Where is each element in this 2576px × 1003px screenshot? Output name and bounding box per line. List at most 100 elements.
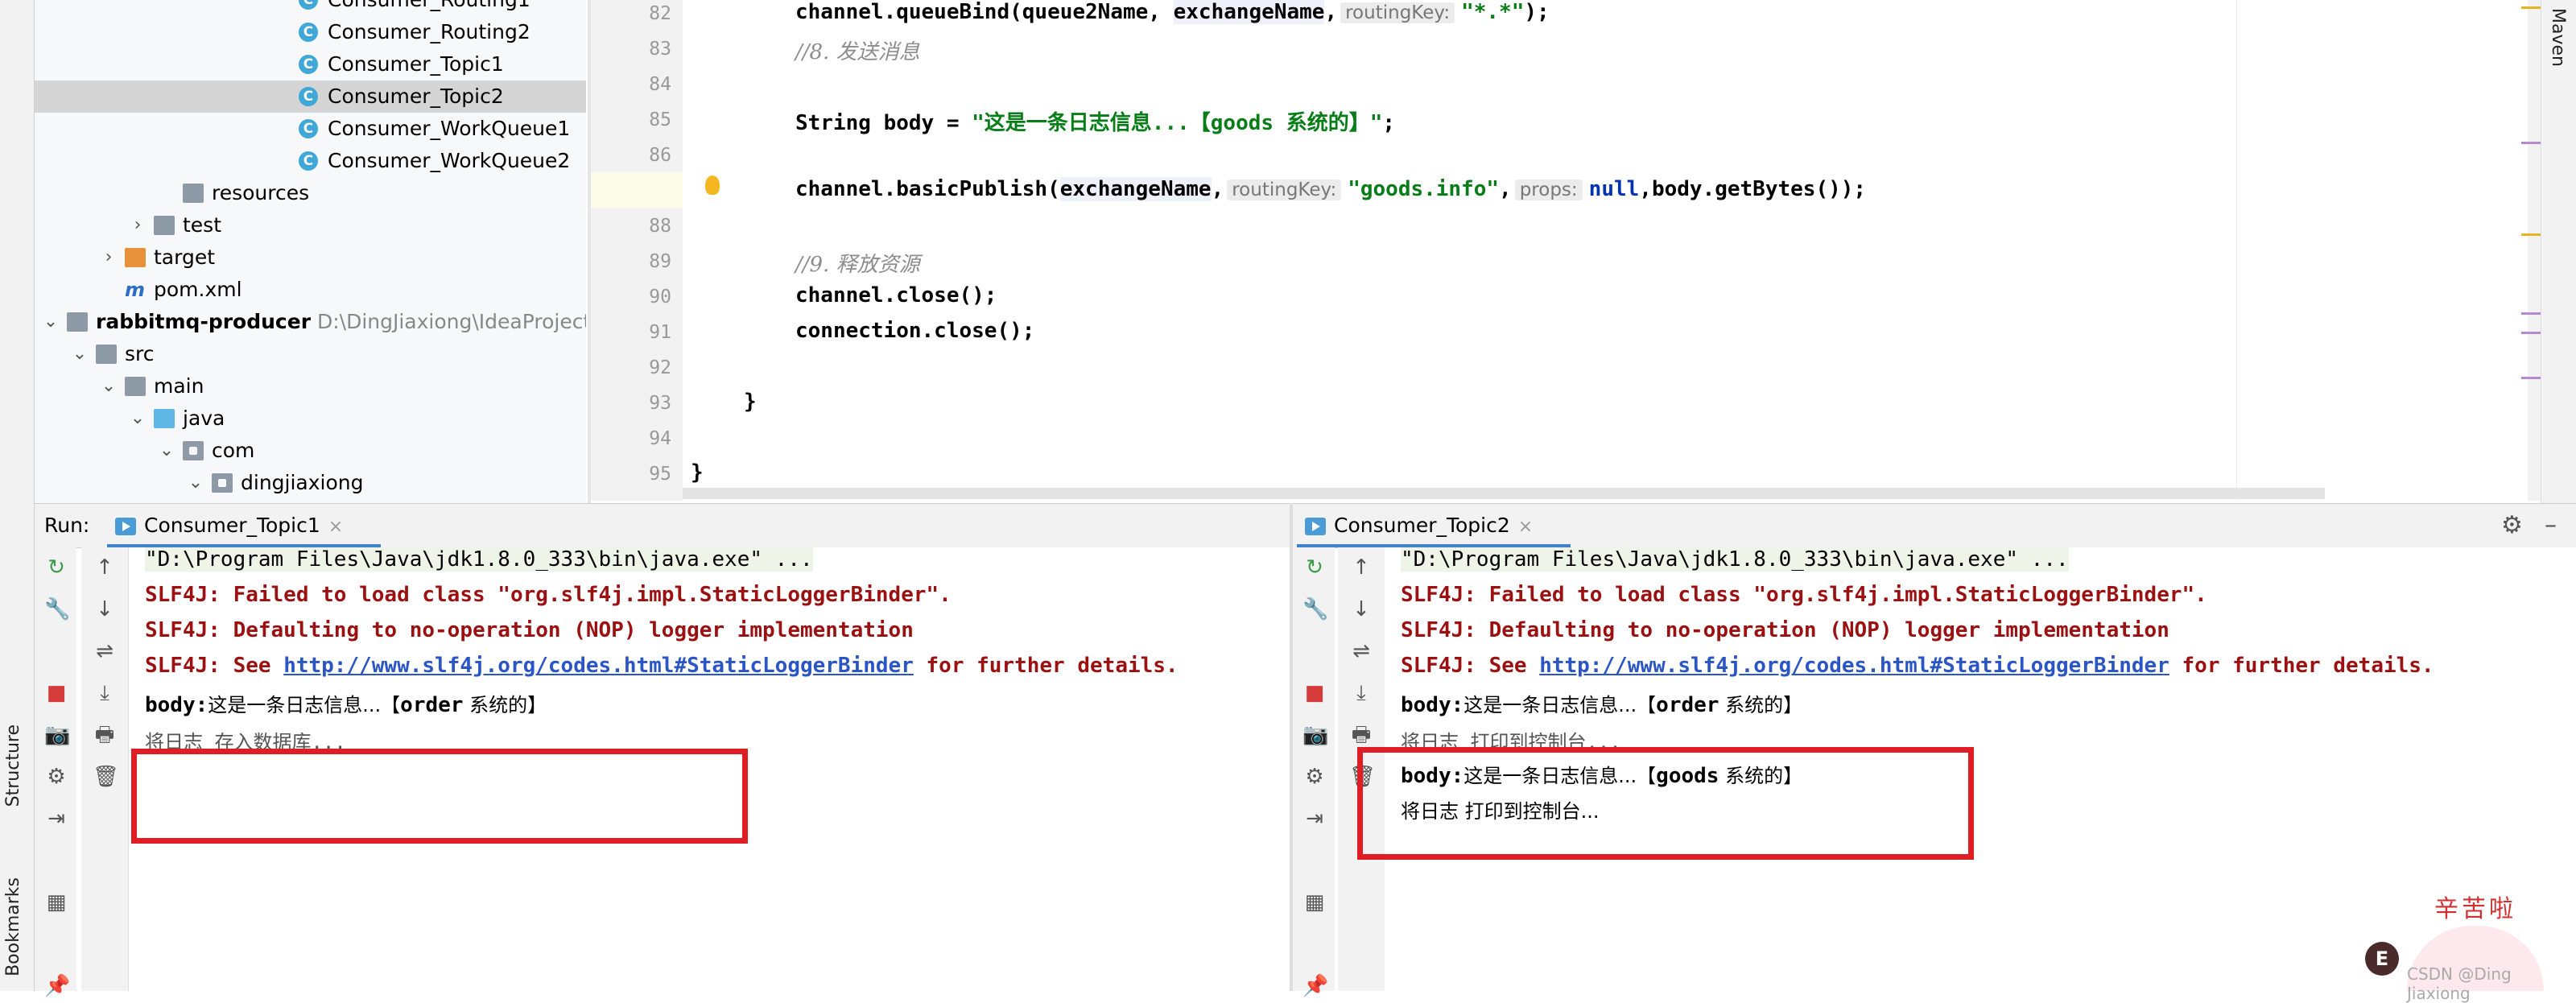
soft-wrap-icon[interactable]: ⇌ [1349,639,1373,663]
code-editor[interactable]: channel.queueBind(queue2Name, exchangeNa… [683,0,2528,501]
tree-item[interactable]: C Consumer_Routing2 [35,16,586,48]
wrench-icon[interactable]: 🔧 [1302,597,1328,621]
change-marker[interactable] [2521,142,2541,144]
rerun-icon[interactable]: ↻ [44,555,68,580]
parameter-hint: routingKey: [1227,180,1342,200]
tree-item[interactable]: ⌄ com [35,435,586,467]
trash-icon[interactable]: 🗑 [93,765,119,789]
down-arrow-icon[interactable]: ↓ [93,597,117,621]
tree-item[interactable]: C Consumer_Routing1 [35,0,586,16]
layout-icon[interactable]: ▦ [44,890,68,914]
wrench-icon[interactable]: 🔧 [44,597,70,621]
pin-icon[interactable]: 📌 [44,974,70,998]
parameter-hint: routingKey: [1340,2,1455,23]
tree-item[interactable]: › target [35,241,586,274]
tree-item-label: Consumer_Topic2 [328,85,504,108]
java-class-icon: C [299,119,318,138]
tree-item-label: rabbitmq-producer D:\DingJiaxiong\IdeaPr… [96,306,586,338]
maven-tool-tab[interactable]: Maven [2548,8,2568,67]
change-marker[interactable] [2521,312,2541,315]
login-icon[interactable]: ⇥ [1302,807,1327,831]
close-icon[interactable]: × [328,517,343,537]
camera-icon[interactable]: 📷 [44,723,70,747]
expand-arrow-icon[interactable]: ⌄ [43,306,59,338]
debug-icon[interactable]: ⚙ [44,765,68,789]
tree-item[interactable]: m pom.xml [35,274,586,306]
console-line: SLF4J: Defaulting to no-operation (NOP) … [1401,618,2169,642]
expand-arrow-icon[interactable]: ⌄ [101,370,117,402]
code-line-87: channel.basicPublish(exchangeName, routin… [795,177,1867,201]
tree-item-label: Consumer_WorkQueue1 [328,117,571,140]
tree-item[interactable]: C Consumer_WorkQueue2 [35,145,586,177]
tree-item-label: Consumer_Routing2 [328,20,530,43]
expand-arrow-icon[interactable]: ⌄ [188,467,204,499]
editor-horizontal-scrollbar[interactable] [683,488,2325,499]
tree-item[interactable]: ⌄ java [35,402,586,435]
highlight-box [1357,747,1974,860]
tree-item[interactable]: ⌄ rabbitmq-producer D:\DingJiaxiong\IdeaP… [35,306,586,338]
tree-item[interactable]: C Consumer_WorkQueue1 [35,113,586,145]
change-marker[interactable] [2521,332,2541,334]
tree-item[interactable]: C Consumer_Topic2 [35,80,586,113]
close-icon[interactable]: × [1518,517,1533,537]
line-number: 94 [649,428,671,449]
tree-item-label: dingjiaxiong [241,471,364,494]
down-arrow-icon[interactable]: ↓ [1349,597,1373,621]
tab-consumer-topic1[interactable]: Consumer_Topic1 × [115,504,343,547]
java-class-icon: C [299,87,318,106]
tree-item[interactable]: C Consumer_Topic1 [35,48,586,80]
console-line: SLF4J: Failed to load class "org.slf4j.i… [1401,583,2207,607]
soft-wrap-icon[interactable]: ⇌ [93,639,117,663]
console-toolbar-1: ↑ ↓ ⇌ ⤓ 🖶 🗑 [81,547,129,991]
gear-icon[interactable]: ⚙ [2501,504,2523,547]
expand-arrow-icon[interactable]: › [130,209,146,241]
run-toolbar-2: ↻ 🔧 ■ 📷 ⚙ ⇥ ▦ 📌 [1293,547,1335,998]
layout-icon[interactable]: ▦ [1302,890,1327,914]
print-icon[interactable]: 🖶 [93,723,117,747]
rerun-icon[interactable]: ↻ [1302,555,1327,580]
camera-icon[interactable]: 📷 [1302,723,1328,747]
folder-icon [154,216,175,235]
tree-item[interactable]: ⌄ main [35,370,586,402]
expand-arrow-icon[interactable]: ⌄ [72,338,88,370]
up-arrow-icon[interactable]: ↑ [1349,555,1373,580]
scroll-to-end-icon[interactable]: ⤓ [1349,681,1373,705]
scroll-to-end-icon[interactable]: ⤓ [93,681,117,705]
debug-icon[interactable]: ⚙ [1302,765,1327,789]
maven-file-icon: m [125,279,146,301]
structure-tool-tab[interactable]: Structure [3,724,23,807]
change-marker[interactable] [2521,377,2541,379]
slf4j-link[interactable]: http://www.slf4j.org/codes.html#StaticLo… [283,654,914,678]
code-line-95: } [691,460,704,485]
login-icon[interactable]: ⇥ [44,807,68,831]
slf4j-link[interactable]: http://www.slf4j.org/codes.html#StaticLo… [1539,654,2169,678]
pin-icon[interactable]: 📌 [1302,974,1328,998]
tree-item[interactable]: ⌄ src [35,338,586,370]
parameter-hint: props: [1514,180,1583,200]
warning-marker[interactable] [2521,233,2541,236]
bookmarks-tool-tab[interactable]: Bookmarks [3,877,23,976]
console-line: SLF4J: See http://www.slf4j.org/codes.ht… [145,654,1179,678]
line-number: 89 [649,251,671,272]
minimize-icon[interactable]: – [2545,504,2557,547]
lightbulb-icon[interactable] [705,175,720,195]
line-number: 92 [649,357,671,378]
stop-icon[interactable]: ■ [1302,681,1327,705]
up-arrow-icon[interactable]: ↑ [93,555,117,580]
line-number: 86 [649,145,671,166]
expand-arrow-icon[interactable]: › [101,241,117,274]
tree-item[interactable]: › test [35,209,586,241]
tree-item-label: com [212,439,255,462]
stop-icon[interactable]: ■ [44,681,68,705]
tab-consumer-topic2[interactable]: Consumer_Topic2 × [1305,504,1533,547]
code-line-90: channel.close(); [795,283,997,308]
console-line: body:这是一条日志信息...【order 系统的】 [145,693,547,717]
tree-item[interactable]: ⌄ dingjiaxiong [35,467,586,499]
expand-arrow-icon[interactable]: ⌄ [159,435,175,467]
expand-arrow-icon[interactable]: ⌄ [130,402,146,435]
run-panel-header: Run: Consumer_Topic1 × Consumer_Topic2 × ⚙… [35,503,2576,548]
warning-marker[interactable] [2521,6,2541,9]
editor-vertical-scrollbar[interactable] [2528,0,2541,501]
print-icon[interactable]: 🖶 [1349,723,1373,747]
tree-item[interactable]: resources [35,177,586,209]
